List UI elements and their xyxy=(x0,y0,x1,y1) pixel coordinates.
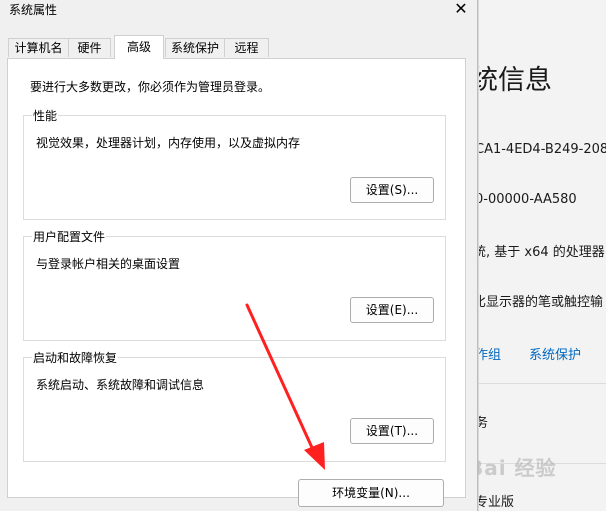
admin-note: 要进行大多数更改，你必须作为管理员登录。 xyxy=(30,80,271,94)
background-product-id: 0-00000-AA580 xyxy=(478,192,577,207)
background-section-service: 务 xyxy=(479,412,488,431)
user-profiles-description: 与登录帐户相关的桌面设置 xyxy=(36,257,181,271)
environment-variables-button[interactable]: 环境变量(N)... xyxy=(298,479,444,507)
tab-remote[interactable]: 远程 xyxy=(224,38,269,57)
background-edition: 专业版 xyxy=(478,495,515,510)
performance-settings-button[interactable]: 设置(S)... xyxy=(350,177,434,203)
performance-group: 性能 视觉效果，处理器计划，内存使用，以及虚拟内存 设置(S)... xyxy=(23,107,446,220)
tab-advanced[interactable]: 高级 xyxy=(114,35,164,59)
background-device-id: CA1-4ED4-B249-208A xyxy=(478,142,606,157)
performance-label: 性能 xyxy=(32,107,59,124)
tab-hardware[interactable]: 硬件 xyxy=(68,38,111,57)
background-pen-touch: 比显示器的笔或触控输 xyxy=(478,295,604,310)
startup-recovery-description: 系统启动、系统故障和调试信息 xyxy=(36,378,205,392)
user-profiles-label: 用户配置文件 xyxy=(32,228,107,245)
startup-recovery-settings-button[interactable]: 设置(T)... xyxy=(350,418,434,444)
background-system-type: 统, 基于 x64 的处理器 xyxy=(478,245,605,260)
user-profiles-settings-button[interactable]: 设置(E)... xyxy=(350,297,434,323)
startup-recovery-label: 启动和故障恢复 xyxy=(32,349,119,366)
background-title: 统信息 xyxy=(478,65,552,96)
background-link-system-protection[interactable]: 系统保护 xyxy=(529,344,581,363)
background-settings-window: 统信息 CA1-4ED4-B249-208A 0-00000-AA580 统, … xyxy=(478,0,606,511)
baidu-watermark: Bai 经验 xyxy=(468,456,557,480)
background-divider xyxy=(479,383,606,384)
close-button[interactable]: ✕ xyxy=(446,0,476,20)
background-link-workgroup[interactable]: 作组 xyxy=(479,344,501,363)
tab-system-protection[interactable]: 系统保护 xyxy=(165,38,225,57)
startup-recovery-group: 启动和故障恢复 系统启动、系统故障和调试信息 设置(T)... xyxy=(23,349,446,462)
dialog-title: 系统属性 xyxy=(9,3,58,17)
close-icon: ✕ xyxy=(454,0,468,18)
user-profiles-group: 用户配置文件 与登录帐户相关的桌面设置 设置(E)... xyxy=(23,228,446,341)
system-properties-dialog: 系统属性 ✕ 计算机名 硬件 高级 系统保护 远程 要进行大多数更改，你必须作为… xyxy=(0,0,478,511)
tab-computer-name[interactable]: 计算机名 xyxy=(8,38,69,57)
performance-description: 视觉效果，处理器计划，内存使用，以及虚拟内存 xyxy=(36,136,301,150)
